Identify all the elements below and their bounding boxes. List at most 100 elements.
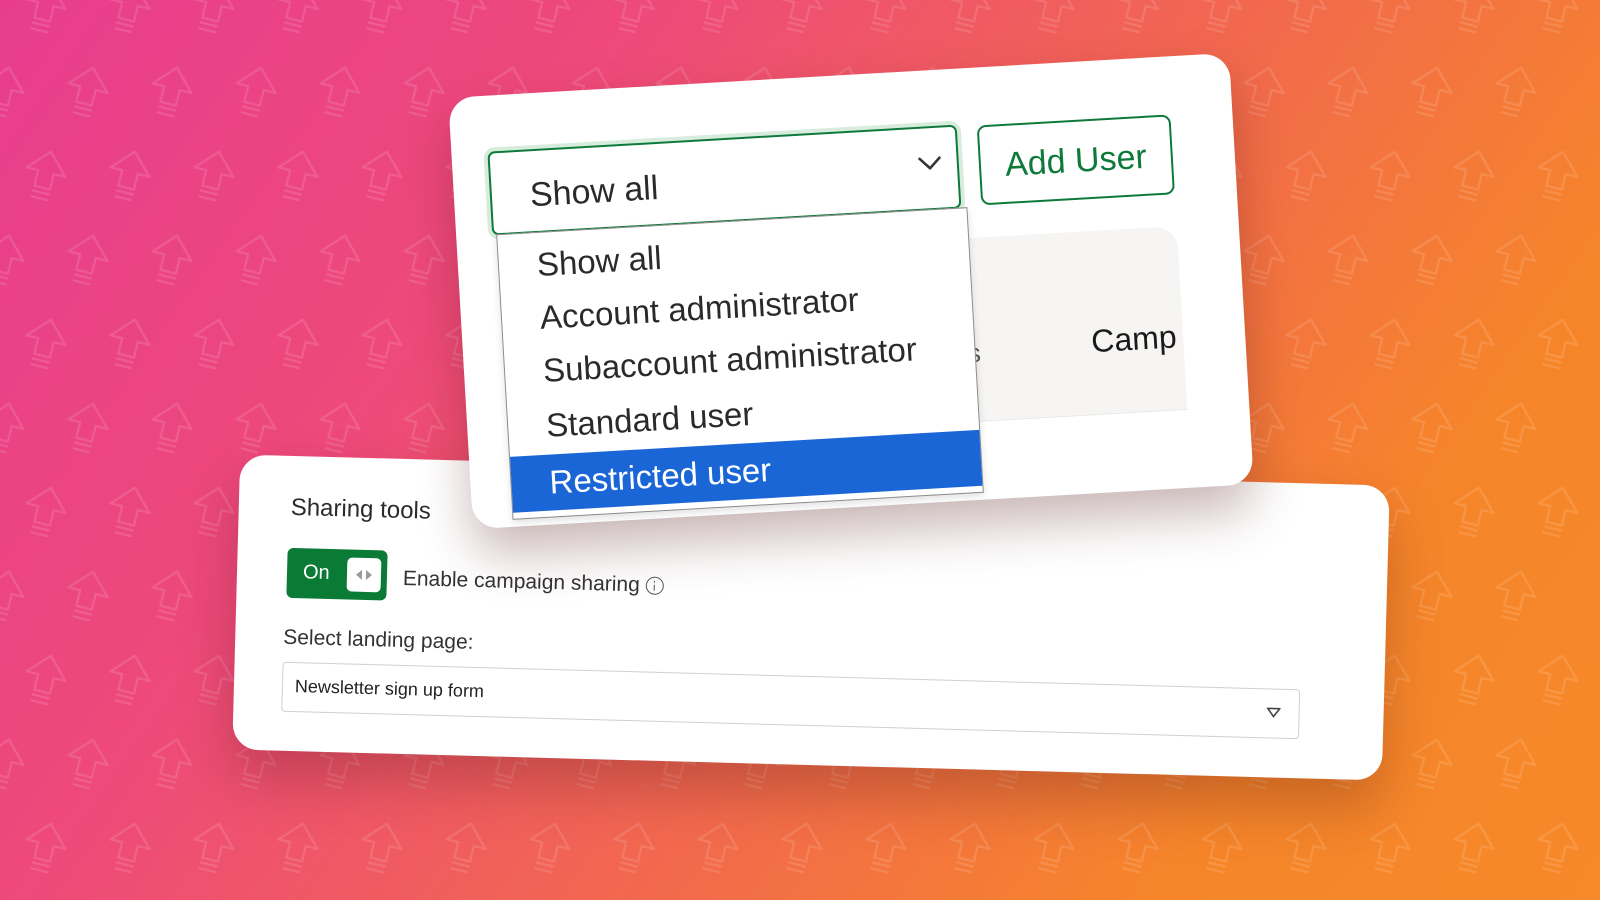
upload-arrow-icon bbox=[865, 0, 907, 34]
upload-arrow-icon bbox=[1411, 402, 1453, 454]
upload-arrow-icon bbox=[361, 150, 403, 202]
upload-arrow-icon bbox=[1537, 150, 1579, 202]
upload-arrow-icon bbox=[613, 0, 655, 34]
toggle-description-text: Enable campaign sharing bbox=[402, 566, 641, 597]
upload-arrow-icon bbox=[25, 486, 67, 538]
upload-arrow-icon bbox=[151, 234, 193, 286]
upload-arrow-icon bbox=[949, 822, 991, 874]
upload-arrow-icon bbox=[1537, 822, 1579, 874]
upload-arrow-icon bbox=[529, 822, 571, 874]
upload-arrow-icon bbox=[25, 654, 67, 706]
upload-arrow-icon bbox=[1201, 0, 1243, 34]
upload-arrow-icon bbox=[109, 318, 151, 370]
users-card: s Camp Show all Add User Show all Accoun… bbox=[448, 52, 1254, 530]
upload-arrow-icon bbox=[1495, 738, 1537, 790]
upload-arrow-icon bbox=[319, 402, 361, 454]
caret-down-icon bbox=[1266, 707, 1281, 718]
upload-arrow-icon bbox=[1453, 318, 1495, 370]
upload-arrow-icon bbox=[1411, 738, 1453, 790]
upload-arrow-icon bbox=[1537, 318, 1579, 370]
upload-arrow-icon bbox=[109, 0, 151, 34]
upload-arrow-icon bbox=[529, 0, 571, 34]
upload-arrow-icon bbox=[0, 66, 25, 118]
add-user-button[interactable]: Add User bbox=[976, 114, 1175, 206]
upload-arrow-icon bbox=[235, 66, 277, 118]
sharing-tools-title: Sharing tools bbox=[290, 493, 432, 525]
landing-page-select[interactable]: Newsletter sign up form bbox=[281, 661, 1301, 740]
upload-arrow-icon bbox=[67, 66, 109, 118]
toggle-description: Enable campaign sharing bbox=[403, 567, 665, 598]
upload-arrow-icon bbox=[1537, 486, 1579, 538]
upload-arrow-icon bbox=[949, 0, 991, 34]
upload-arrow-icon bbox=[1327, 402, 1369, 454]
upload-arrow-icon bbox=[67, 738, 109, 790]
upload-arrow-icon bbox=[109, 150, 151, 202]
upload-arrow-icon bbox=[1453, 654, 1495, 706]
upload-arrow-icon bbox=[1453, 0, 1495, 34]
upload-arrow-icon bbox=[0, 570, 25, 622]
upload-arrow-icon bbox=[25, 318, 67, 370]
toggle-state-label: On bbox=[302, 561, 331, 584]
upload-arrow-icon bbox=[1453, 822, 1495, 874]
upload-arrow-icon bbox=[697, 0, 739, 34]
upload-arrow-icon bbox=[361, 0, 403, 34]
campaign-sharing-toggle[interactable]: On bbox=[286, 547, 388, 601]
upload-arrow-icon bbox=[25, 822, 67, 874]
landing-page-label: Select landing page: bbox=[282, 625, 474, 654]
user-role-dropdown-list: Show all Account administrator Subaccoun… bbox=[496, 207, 984, 520]
upload-arrow-icon bbox=[1495, 570, 1537, 622]
upload-arrow-icon bbox=[0, 234, 25, 286]
upload-arrow-icon bbox=[1243, 66, 1285, 118]
upload-arrow-icon bbox=[151, 66, 193, 118]
upload-arrow-icon bbox=[1411, 66, 1453, 118]
upload-arrow-icon bbox=[1327, 234, 1369, 286]
upload-arrow-icon bbox=[1495, 234, 1537, 286]
toggle-knob bbox=[346, 557, 382, 593]
upload-arrow-icon bbox=[67, 570, 109, 622]
upload-arrow-icon bbox=[781, 0, 823, 34]
upload-arrow-icon bbox=[109, 654, 151, 706]
upload-arrow-icon bbox=[277, 0, 319, 34]
upload-arrow-icon bbox=[865, 822, 907, 874]
upload-arrow-icon bbox=[1243, 234, 1285, 286]
upload-arrow-icon bbox=[319, 66, 361, 118]
upload-arrow-icon bbox=[193, 822, 235, 874]
upload-arrow-icon bbox=[235, 402, 277, 454]
upload-arrow-icon bbox=[1495, 402, 1537, 454]
upload-arrow-icon bbox=[1411, 570, 1453, 622]
upload-arrow-icon bbox=[613, 822, 655, 874]
upload-arrow-icon bbox=[235, 234, 277, 286]
upload-arrow-icon bbox=[1495, 66, 1537, 118]
landing-page-value: Newsletter sign up form bbox=[294, 676, 485, 702]
upload-arrow-icon bbox=[1369, 0, 1411, 34]
upload-arrow-icon bbox=[1537, 654, 1579, 706]
toggle-grip-icon bbox=[355, 569, 372, 580]
upload-arrow-icon bbox=[67, 402, 109, 454]
upload-arrow-icon bbox=[277, 318, 319, 370]
upload-arrow-icon bbox=[277, 150, 319, 202]
upload-arrow-icon bbox=[403, 66, 445, 118]
upload-arrow-icon bbox=[1033, 0, 1075, 34]
upload-arrow-icon bbox=[193, 318, 235, 370]
upload-arrow-icon bbox=[1117, 822, 1159, 874]
upload-arrow-icon bbox=[1537, 0, 1579, 34]
upload-arrow-icon bbox=[109, 486, 151, 538]
upload-arrow-icon bbox=[781, 822, 823, 874]
info-icon[interactable] bbox=[645, 576, 665, 596]
user-role-select-value: Show all bbox=[528, 168, 660, 215]
upload-arrow-icon bbox=[1285, 150, 1327, 202]
upload-arrow-icon bbox=[1285, 0, 1327, 34]
upload-arrow-icon bbox=[1201, 822, 1243, 874]
upload-arrow-icon bbox=[25, 0, 67, 34]
upload-arrow-icon bbox=[109, 822, 151, 874]
upload-arrow-icon bbox=[193, 0, 235, 34]
upload-arrow-icon bbox=[25, 150, 67, 202]
upload-arrow-icon bbox=[1033, 822, 1075, 874]
upload-arrow-icon bbox=[1453, 150, 1495, 202]
upload-arrow-icon bbox=[361, 822, 403, 874]
upload-arrow-icon bbox=[0, 402, 25, 454]
upload-arrow-icon bbox=[1369, 150, 1411, 202]
upload-arrow-icon bbox=[1411, 234, 1453, 286]
upload-arrow-icon bbox=[193, 486, 235, 538]
upload-arrow-icon bbox=[403, 234, 445, 286]
